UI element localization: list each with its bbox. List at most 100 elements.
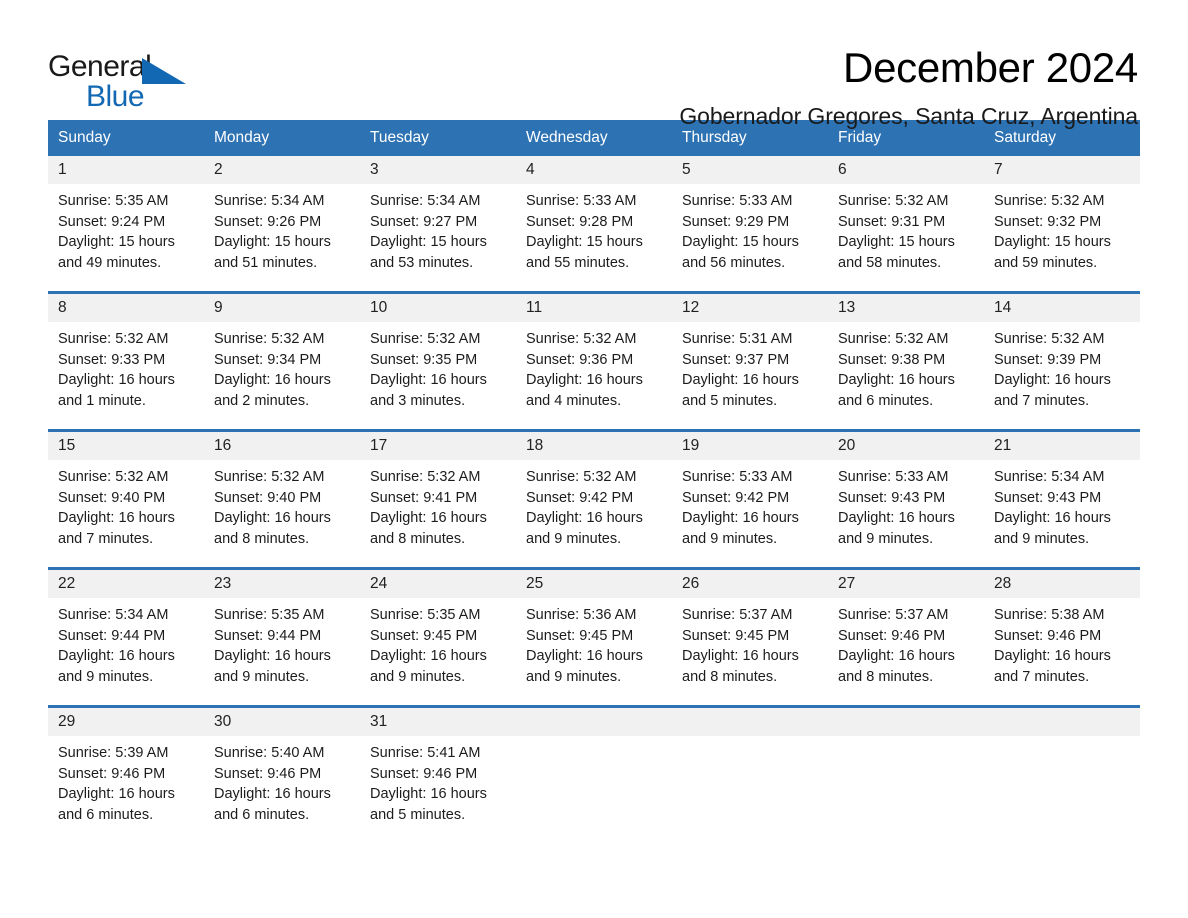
day-number[interactable]: 18 xyxy=(516,429,672,460)
day-cell[interactable]: Sunrise: 5:33 AM Sunset: 9:28 PM Dayligh… xyxy=(516,184,672,293)
day-cell[interactable]: Sunrise: 5:40 AM Sunset: 9:46 PM Dayligh… xyxy=(204,736,360,843)
logo-text-general: General xyxy=(48,50,152,83)
sunset-text: Sunset: 9:32 PM xyxy=(994,213,1102,230)
day-cell[interactable]: Sunrise: 5:31 AM Sunset: 9:37 PM Dayligh… xyxy=(672,322,828,431)
day-number[interactable]: 7 xyxy=(984,156,1140,184)
day-number[interactable]: 26 xyxy=(672,567,828,598)
triangle-icon xyxy=(142,58,186,84)
daylight-text-1: Daylight: 15 hours xyxy=(58,234,175,250)
day-cell[interactable]: Sunrise: 5:35 AM Sunset: 9:44 PM Dayligh… xyxy=(204,598,360,707)
day-cell[interactable]: Sunrise: 5:33 AM Sunset: 9:29 PM Dayligh… xyxy=(672,184,828,293)
sunset-text: Sunset: 9:24 PM xyxy=(58,213,166,230)
day-number[interactable]: 20 xyxy=(828,429,984,460)
day-cell[interactable]: Sunrise: 5:32 AM Sunset: 9:41 PM Dayligh… xyxy=(360,460,516,569)
day-cell[interactable]: Sunrise: 5:33 AM Sunset: 9:42 PM Dayligh… xyxy=(672,460,828,569)
day-number[interactable]: 4 xyxy=(516,156,672,184)
daylight-text-1: Daylight: 15 hours xyxy=(682,234,799,250)
daylight-text-2: and 8 minutes. xyxy=(214,530,310,547)
day-cell[interactable]: Sunrise: 5:34 AM Sunset: 9:44 PM Dayligh… xyxy=(48,598,204,707)
week-date-row: 8 9 10 11 12 13 14 xyxy=(48,291,1140,322)
sunrise-text: Sunrise: 5:32 AM xyxy=(994,331,1105,347)
day-cell[interactable]: Sunrise: 5:34 AM Sunset: 9:27 PM Dayligh… xyxy=(360,184,516,293)
daylight-text-2: and 9 minutes. xyxy=(214,668,310,685)
week-info-row: Sunrise: 5:34 AM Sunset: 9:44 PM Dayligh… xyxy=(48,598,1140,707)
day-cell[interactable]: Sunrise: 5:32 AM Sunset: 9:42 PM Dayligh… xyxy=(516,460,672,569)
daylight-text-1: Daylight: 16 hours xyxy=(58,648,175,664)
day-number[interactable]: 8 xyxy=(48,291,204,322)
day-number[interactable]: 11 xyxy=(516,291,672,322)
daylight-text-2: and 7 minutes. xyxy=(994,392,1090,409)
day-number[interactable]: 2 xyxy=(204,156,360,184)
day-number[interactable]: 28 xyxy=(984,567,1140,598)
sunrise-text: Sunrise: 5:31 AM xyxy=(682,331,793,347)
day-cell[interactable]: Sunrise: 5:34 AM Sunset: 9:26 PM Dayligh… xyxy=(204,184,360,293)
day-cell[interactable]: Sunrise: 5:32 AM Sunset: 9:36 PM Dayligh… xyxy=(516,322,672,431)
day-number[interactable]: 14 xyxy=(984,291,1140,322)
day-number[interactable]: 10 xyxy=(360,291,516,322)
day-number[interactable]: 6 xyxy=(828,156,984,184)
sunrise-text: Sunrise: 5:32 AM xyxy=(370,331,481,347)
sunrise-text: Sunrise: 5:32 AM xyxy=(370,469,481,485)
day-number[interactable]: 12 xyxy=(672,291,828,322)
daylight-text-2: and 59 minutes. xyxy=(994,254,1098,271)
day-number[interactable]: 19 xyxy=(672,429,828,460)
sunrise-text: Sunrise: 5:34 AM xyxy=(994,469,1105,485)
daylight-text-2: and 6 minutes. xyxy=(58,806,154,823)
day-number[interactable]: 23 xyxy=(204,567,360,598)
daylight-text-1: Daylight: 16 hours xyxy=(370,510,487,526)
day-cell[interactable]: Sunrise: 5:38 AM Sunset: 9:46 PM Dayligh… xyxy=(984,598,1140,707)
day-number[interactable]: 22 xyxy=(48,567,204,598)
day-number[interactable]: 25 xyxy=(516,567,672,598)
day-cell[interactable]: Sunrise: 5:35 AM Sunset: 9:45 PM Dayligh… xyxy=(360,598,516,707)
week-date-row: 22 23 24 25 26 27 28 xyxy=(48,567,1140,598)
daylight-text-2: and 9 minutes. xyxy=(838,530,934,547)
sunset-text: Sunset: 9:42 PM xyxy=(682,489,790,506)
day-cell[interactable]: Sunrise: 5:37 AM Sunset: 9:45 PM Dayligh… xyxy=(672,598,828,707)
daylight-text-2: and 6 minutes. xyxy=(838,392,934,409)
day-cell[interactable]: Sunrise: 5:34 AM Sunset: 9:43 PM Dayligh… xyxy=(984,460,1140,569)
day-cell[interactable]: Sunrise: 5:36 AM Sunset: 9:45 PM Dayligh… xyxy=(516,598,672,707)
daylight-text-1: Daylight: 16 hours xyxy=(994,510,1111,526)
sunset-text: Sunset: 9:26 PM xyxy=(214,213,322,230)
day-number[interactable]: 21 xyxy=(984,429,1140,460)
daylight-text-2: and 55 minutes. xyxy=(526,254,630,271)
day-number[interactable]: 16 xyxy=(204,429,360,460)
day-cell[interactable]: Sunrise: 5:37 AM Sunset: 9:46 PM Dayligh… xyxy=(828,598,984,707)
day-number[interactable]: 13 xyxy=(828,291,984,322)
day-number[interactable]: 29 xyxy=(48,705,204,736)
day-number[interactable]: 17 xyxy=(360,429,516,460)
daylight-text-2: and 2 minutes. xyxy=(214,392,310,409)
day-number[interactable]: 15 xyxy=(48,429,204,460)
weekday-header-tuesday: Tuesday xyxy=(360,120,516,156)
day-number[interactable]: 1 xyxy=(48,156,204,184)
day-cell[interactable]: Sunrise: 5:33 AM Sunset: 9:43 PM Dayligh… xyxy=(828,460,984,569)
day-number[interactable]: 27 xyxy=(828,567,984,598)
day-cell[interactable]: Sunrise: 5:41 AM Sunset: 9:46 PM Dayligh… xyxy=(360,736,516,843)
day-cell[interactable]: Sunrise: 5:32 AM Sunset: 9:32 PM Dayligh… xyxy=(984,184,1140,293)
day-cell[interactable]: Sunrise: 5:32 AM Sunset: 9:40 PM Dayligh… xyxy=(48,460,204,569)
day-number[interactable]: 9 xyxy=(204,291,360,322)
sunset-text: Sunset: 9:40 PM xyxy=(214,489,322,506)
sunrise-text: Sunrise: 5:35 AM xyxy=(214,607,325,623)
daylight-text-2: and 4 minutes. xyxy=(526,392,622,409)
sunrise-text: Sunrise: 5:38 AM xyxy=(994,607,1105,623)
day-cell[interactable]: Sunrise: 5:32 AM Sunset: 9:31 PM Dayligh… xyxy=(828,184,984,293)
day-cell[interactable]: Sunrise: 5:32 AM Sunset: 9:39 PM Dayligh… xyxy=(984,322,1140,431)
day-cell[interactable]: Sunrise: 5:32 AM Sunset: 9:34 PM Dayligh… xyxy=(204,322,360,431)
calendar-page: General Blue December 2024 Gobernador Gr… xyxy=(0,0,1188,918)
weekday-header-monday: Monday xyxy=(204,120,360,156)
day-cell[interactable]: Sunrise: 5:35 AM Sunset: 9:24 PM Dayligh… xyxy=(48,184,204,293)
day-cell[interactable]: Sunrise: 5:32 AM Sunset: 9:38 PM Dayligh… xyxy=(828,322,984,431)
day-number[interactable]: 31 xyxy=(360,705,516,736)
day-number[interactable]: 24 xyxy=(360,567,516,598)
day-number[interactable]: 30 xyxy=(204,705,360,736)
day-cell[interactable]: Sunrise: 5:32 AM Sunset: 9:33 PM Dayligh… xyxy=(48,322,204,431)
day-number[interactable]: 3 xyxy=(360,156,516,184)
sunrise-text: Sunrise: 5:32 AM xyxy=(214,331,325,347)
day-cell[interactable]: Sunrise: 5:32 AM Sunset: 9:40 PM Dayligh… xyxy=(204,460,360,569)
sunrise-text: Sunrise: 5:32 AM xyxy=(994,193,1105,209)
day-number[interactable]: 5 xyxy=(672,156,828,184)
sunset-text: Sunset: 9:44 PM xyxy=(214,627,322,644)
day-cell[interactable]: Sunrise: 5:32 AM Sunset: 9:35 PM Dayligh… xyxy=(360,322,516,431)
day-cell[interactable]: Sunrise: 5:39 AM Sunset: 9:46 PM Dayligh… xyxy=(48,736,204,843)
